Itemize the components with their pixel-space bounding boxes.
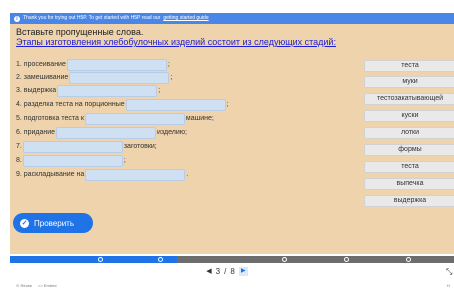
blank-drop-zone[interactable] (57, 84, 158, 97)
task-instruction: Вставьте пропущенные слова. (16, 27, 144, 37)
blank-drop-zone[interactable] (85, 168, 186, 181)
row-text-before: 3. выдержка (16, 87, 57, 94)
row-text-before: 6. придание (16, 129, 56, 136)
row-text-after: ; (170, 74, 173, 81)
progress-dot[interactable] (406, 257, 411, 262)
current-slide: 3 (215, 266, 221, 276)
blank-row-6: 6. придание изделию; (16, 126, 187, 139)
previous-slide-icon[interactable]: ◀ (206, 267, 211, 275)
row-text-after: ; (158, 87, 161, 94)
row-text-after: изделию; (157, 129, 187, 136)
h5p-notice-bar: i Thank you for trying out H5P. To get s… (10, 13, 454, 24)
blank-drop-zone[interactable] (22, 140, 123, 153)
row-text-after: ; (123, 157, 126, 164)
blank-drop-zone[interactable] (84, 112, 185, 125)
blank-row-1: 1. просеивание ; (16, 58, 170, 71)
row-text-before: 5. подготовка теста к (16, 115, 84, 122)
reuse-link[interactable]: ⊙ Reuse (16, 283, 32, 288)
check-button-label: Проверить (34, 218, 75, 228)
row-text-before: 4. разделка теста на порционные (16, 101, 125, 108)
blank-drop-zone[interactable] (69, 71, 170, 84)
progress-dot[interactable] (158, 257, 163, 262)
row-text-before: 9. раскладывание на (16, 171, 85, 178)
blank-row-7: 7. заготовки; (16, 140, 157, 153)
draggable-word[interactable]: теста (364, 60, 454, 72)
blank-row-4: 4. разделка теста на порционные ; (16, 98, 229, 111)
task-title: Этапы изготовления хлебобулочных изделий… (16, 37, 336, 47)
pager-separator: / (224, 266, 227, 276)
slide-pager: ◀ 3 / 8 ▶ (0, 265, 454, 277)
progress-bar (10, 256, 454, 263)
reuse-label: Reuse (20, 283, 33, 288)
row-text-after: ; (226, 101, 229, 108)
row-text-before: 2. замешивание (16, 74, 69, 81)
blank-row-5: 5. подготовка теста к машине; (16, 112, 214, 125)
blank-drop-zone[interactable] (66, 58, 167, 71)
getting-started-link[interactable]: getting started guide (163, 13, 208, 24)
row-text-before: 1. просеивание (16, 61, 66, 68)
notice-text: Thank you for trying out H5P. To get sta… (23, 15, 161, 21)
row-text-after: машине; (185, 115, 214, 122)
progress-fill (10, 256, 177, 263)
row-text-before: 8. (16, 157, 22, 164)
h5p-logo: H (447, 283, 450, 288)
embed-link[interactable]: <> Embed (38, 283, 56, 288)
blank-row-9: 9. раскладывание на . (16, 168, 188, 181)
blank-row-3: 3. выдержка ; (16, 84, 160, 97)
blank-drop-zone[interactable] (56, 126, 157, 139)
draggable-word[interactable]: куски (364, 110, 454, 122)
checkmark-icon: ✓ (20, 218, 29, 228)
row-text-before: 7. (16, 143, 22, 150)
draggable-word[interactable]: муки (364, 76, 454, 88)
draggable-word[interactable]: выпечка (364, 178, 454, 190)
h5p-footer: ⊙ Reuse <> Embed (16, 283, 57, 288)
next-slide-button[interactable]: ▶ (238, 266, 248, 276)
total-slides: 8 (230, 266, 235, 276)
row-text-after: . (186, 171, 189, 178)
blank-row-2: 2. замешивание ; (16, 71, 172, 84)
draggable-word[interactable]: тестозакатывающей (364, 93, 454, 105)
progress-dot[interactable] (344, 257, 349, 262)
draggable-word[interactable]: лотки (364, 127, 454, 139)
row-text-after: заготовки; (123, 143, 157, 150)
info-icon: i (14, 15, 20, 22)
check-button[interactable]: ✓ Проверить (13, 213, 93, 233)
blank-drop-zone[interactable] (22, 154, 123, 167)
row-text-after: ; (167, 61, 170, 68)
fullscreen-icon[interactable]: ⤡ (446, 267, 452, 277)
draggable-word[interactable]: выдержка (364, 195, 454, 207)
blank-row-8: 8. ; (16, 154, 126, 167)
draggable-word[interactable]: формы (364, 144, 454, 156)
progress-dot[interactable] (98, 257, 103, 262)
draggable-word[interactable]: теста (364, 161, 454, 173)
progress-dot[interactable] (282, 257, 287, 262)
blank-drop-zone[interactable] (125, 98, 226, 111)
